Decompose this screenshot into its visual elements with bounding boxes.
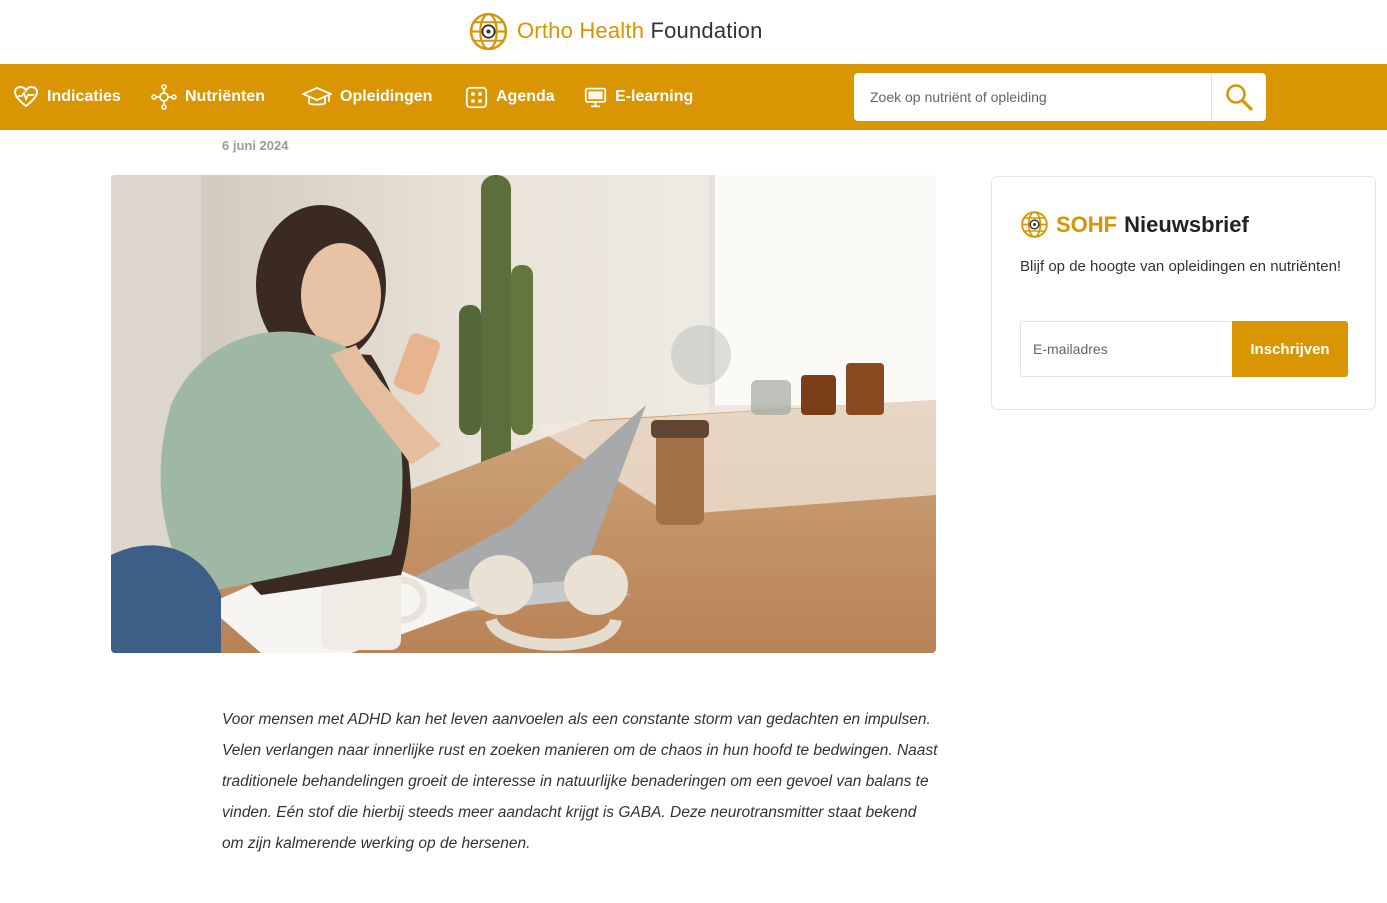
search-input[interactable] [854, 73, 1211, 121]
article-hero-image [111, 175, 936, 653]
newsletter-title-rest: Nieuwsbrief [1124, 211, 1249, 237]
calendar-grid-icon [465, 86, 488, 108]
article-date: 6 juni 2024 [222, 138, 289, 153]
site-header: Ortho Health Foundation [0, 0, 1387, 64]
hero-photo-illustration [111, 175, 936, 653]
newsletter-title-accent: SOHF [1056, 211, 1118, 237]
nav-item-opleidingen[interactable]: Opleidingen [302, 64, 432, 130]
site-title: Ortho Health Foundation [517, 18, 763, 44]
newsletter-card: SOHF Nieuwsbrief Blijf op de hoogte van … [991, 176, 1376, 410]
newsletter-description: Blijf op de hoogte van opleidingen en nu… [1020, 258, 1342, 275]
nav-label: Opleidingen [340, 88, 433, 105]
nav-label: E-learning [615, 88, 694, 105]
graduation-cap-icon [302, 87, 332, 106]
nav-item-indicaties[interactable]: Indicaties [13, 64, 121, 130]
email-field[interactable] [1020, 321, 1233, 377]
nav-item-elearning[interactable]: E-learning [584, 64, 693, 130]
site-title-accent: Ortho Health [517, 18, 645, 43]
site-logo[interactable]: Ortho Health Foundation [468, 11, 763, 51]
article-intro: Voor mensen met ADHD kan het leven aanvo… [222, 711, 938, 852]
globe-logo-icon [1021, 211, 1048, 238]
search-icon [1226, 84, 1253, 111]
nav-item-nutrienten[interactable]: Nutriënten [151, 64, 265, 130]
newsletter-title: SOHF Nieuwsbrief [1020, 210, 1249, 239]
molecule-icon [151, 84, 177, 110]
search-button[interactable] [1211, 73, 1266, 121]
nav-item-agenda[interactable]: Agenda [465, 64, 555, 130]
main-nav: Indicaties Nutriënten Opleidingen Agenda… [0, 64, 1387, 130]
site-title-rest: Foundation [650, 18, 763, 43]
monitor-icon [584, 87, 607, 107]
subscribe-button[interactable]: Inschrijven [1232, 321, 1348, 377]
globe-logo-icon [469, 12, 508, 50]
search-box [854, 73, 1266, 121]
nav-label: Nutriënten [185, 88, 265, 105]
heart-pulse-icon [13, 85, 39, 108]
nav-label: Agenda [496, 88, 555, 105]
nav-label: Indicaties [47, 88, 121, 105]
